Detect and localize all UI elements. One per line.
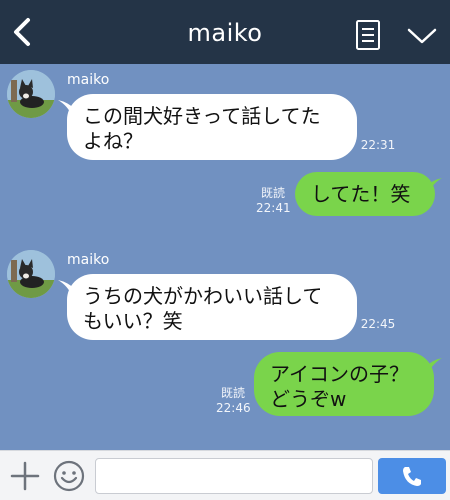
message-time: 22:41 xyxy=(256,201,291,215)
message-text-line: うちの犬がかわいい話して xyxy=(83,284,323,308)
avatar[interactable] xyxy=(7,250,55,298)
message-text-line: どうぞw xyxy=(270,387,347,411)
message-input-bar xyxy=(0,450,450,500)
read-receipt: 既読 xyxy=(260,186,285,200)
dog-avatar-image xyxy=(7,250,55,298)
message-text-line: よね？ xyxy=(83,129,143,153)
chat-area[interactable]: maiko この間犬好きって話してた よね？ 22:31 既読 22:41 して… xyxy=(0,64,450,450)
message-time: 22:46 xyxy=(216,401,251,415)
sender-name: maiko xyxy=(67,252,110,268)
notes-button[interactable] xyxy=(352,18,384,52)
incoming-message-bubble[interactable]: この間犬好きって話してた よね？ xyxy=(67,94,357,160)
read-receipt: 既読 xyxy=(220,386,245,400)
outgoing-message-bubble[interactable]: してた！笑 xyxy=(295,172,435,216)
emoji-button[interactable] xyxy=(52,459,86,493)
chevron-down-icon xyxy=(407,28,437,44)
message-time: 22:31 xyxy=(360,138,396,152)
sender-name: maiko xyxy=(67,72,110,88)
message-input[interactable] xyxy=(95,458,373,494)
dog-avatar-image xyxy=(7,70,55,118)
chat-header: maiko xyxy=(0,0,450,64)
call-button[interactable] xyxy=(378,458,446,494)
incoming-message-bubble[interactable]: うちの犬がかわいい話して もいい？笑 xyxy=(67,274,357,340)
note-list-icon xyxy=(356,20,380,50)
dropdown-button[interactable] xyxy=(404,20,440,52)
smiley-icon xyxy=(53,460,85,492)
add-attachment-button[interactable] xyxy=(9,460,41,492)
message-text-line: してた！笑 xyxy=(311,182,411,206)
outgoing-message-bubble[interactable]: アイコンの子？ どうぞw xyxy=(254,352,434,416)
message-text-line: もいい？笑 xyxy=(83,309,183,333)
message-text-line: アイコンの子？ xyxy=(270,362,409,386)
avatar[interactable] xyxy=(7,70,55,118)
phone-icon xyxy=(403,467,421,486)
message-text-line: この間犬好きって話してた xyxy=(83,104,321,128)
message-time: 22:45 xyxy=(360,317,396,331)
plus-icon xyxy=(10,461,40,491)
